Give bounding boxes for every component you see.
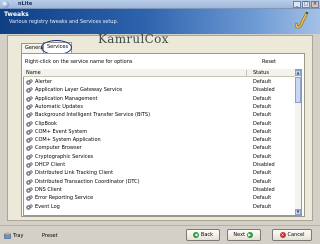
- service-name: Distributed Transaction Coordinator (DTC…: [35, 178, 140, 185]
- service-gears-icon: [26, 145, 33, 152]
- service-gears-icon: [26, 120, 33, 127]
- list-item[interactable]: Computer Browser Default: [24, 144, 294, 152]
- scroll-down-arrow-icon[interactable]: ▼: [295, 209, 301, 215]
- title-bar: [0, 0, 320, 9]
- list-item[interactable]: Application Layer Gateway Service Disable…: [24, 86, 294, 94]
- preset-button[interactable]: Preset: [42, 233, 58, 239]
- list-item[interactable]: Cryptographic Services Default: [24, 153, 294, 161]
- service-status[interactable]: Default: [253, 154, 271, 160]
- service-status[interactable]: Default: [253, 145, 271, 151]
- service-status[interactable]: Default: [253, 170, 271, 176]
- service-name: Distributed Link Tracking Client: [35, 170, 114, 177]
- service-name: COM+ Event System: [35, 128, 88, 135]
- tray-icon[interactable]: [4, 232, 11, 239]
- service-name: Computer Browser: [35, 145, 82, 152]
- scrollbar-thumb[interactable]: [295, 77, 301, 103]
- column-header-status[interactable]: Status: [253, 70, 269, 76]
- service-name: Application Management: [35, 95, 98, 102]
- page-description: Various registry tweaks and Services set…: [9, 19, 119, 25]
- list-item[interactable]: Background Intelligent Transfer Service …: [24, 111, 294, 119]
- service-status[interactable]: Default: [253, 179, 271, 185]
- service-gears-icon: [26, 170, 33, 177]
- service-status[interactable]: Default: [253, 79, 271, 85]
- minimize-button[interactable]: _: [293, 1, 301, 8]
- service-gears-icon: [26, 112, 33, 118]
- list-item[interactable]: Alerter Default: [24, 78, 294, 86]
- service-gears-icon: [26, 195, 33, 201]
- service-status[interactable]: Default: [253, 129, 271, 135]
- list-item[interactable]: Event Log Default: [24, 203, 294, 211]
- service-status[interactable]: Default: [253, 96, 271, 102]
- service-status[interactable]: Default: [253, 104, 271, 110]
- column-header-name[interactable]: Name: [26, 70, 41, 76]
- list-item[interactable]: Distributed Transaction Coordinator (DTC…: [24, 178, 294, 186]
- watermark-text: KamrulCox: [98, 32, 169, 46]
- service-status[interactable]: Default: [253, 137, 271, 143]
- service-gears-icon: [26, 178, 33, 185]
- service-gears-icon: [26, 95, 33, 102]
- list-item[interactable]: DHCP Client Disabled: [24, 161, 294, 169]
- service-gears-icon: [26, 203, 33, 210]
- next-label: Next: [233, 232, 246, 238]
- list-item[interactable]: Distributed Link Tracking Client Default: [24, 169, 294, 177]
- service-gears-icon: [26, 104, 33, 110]
- service-name: Alerter: [35, 79, 53, 85]
- list-item[interactable]: Error Reporting Service Default: [24, 194, 294, 202]
- back-button[interactable]: ◀ Back: [186, 229, 220, 241]
- close-button[interactable]: ×: [311, 1, 319, 8]
- service-status[interactable]: Default: [253, 204, 271, 210]
- list-item[interactable]: COM+ Event System Default: [24, 128, 294, 136]
- service-gears-icon: [26, 137, 33, 143]
- service-name: DHCP Client: [35, 162, 66, 168]
- service-gears-icon: [26, 87, 33, 94]
- list-item[interactable]: DNS Client Disabled: [24, 186, 294, 194]
- tray-button[interactable]: Tray: [13, 233, 23, 239]
- list-item[interactable]: COM+ System Application Default: [24, 136, 294, 144]
- service-gears-icon: [26, 129, 33, 135]
- column-divider[interactable]: [246, 70, 247, 76]
- service-gears-icon: [26, 187, 33, 193]
- cancel-label: Cancel: [287, 232, 305, 238]
- service-name: Event Log: [35, 203, 60, 210]
- service-status[interactable]: Default: [253, 121, 271, 127]
- service-name: Background Intelligent Transfer Service …: [35, 112, 151, 119]
- nlite-app-icon: [2, 1, 9, 8]
- service-status[interactable]: Default: [253, 112, 271, 118]
- back-label: Back: [200, 232, 214, 238]
- list-item[interactable]: Application Management Default: [24, 95, 294, 103]
- header-banner: Tweaks Various registry tweaks and Servi…: [0, 9, 320, 34]
- cancel-button[interactable]: ✕ Cancel: [272, 229, 312, 241]
- service-name: Cryptographic Services: [35, 153, 94, 160]
- service-name: Application Layer Gateway Service: [35, 87, 123, 94]
- reset-link[interactable]: Reset: [262, 59, 276, 65]
- saxophone-logo-icon: [294, 11, 309, 29]
- service-status[interactable]: Disabled: [253, 162, 275, 168]
- service-gears-icon: [26, 79, 33, 85]
- window-title: nLite: [18, 1, 33, 7]
- service-gears-icon: [26, 162, 33, 168]
- page-title: Tweaks: [4, 11, 29, 18]
- service-gears-icon: [26, 154, 33, 160]
- list-item[interactable]: Automatic Updates Default: [24, 103, 294, 111]
- list-item[interactable]: ClipBook Default: [24, 120, 294, 128]
- back-arrow-icon: ◀: [192, 231, 199, 238]
- service-status[interactable]: Default: [253, 195, 271, 201]
- service-status[interactable]: Disabled: [253, 87, 275, 93]
- service-name: COM+ System Application: [35, 137, 101, 144]
- service-name: Error Reporting Service: [35, 195, 94, 202]
- service-name: Automatic Updates: [35, 103, 83, 110]
- service-name: ClipBook: [35, 120, 57, 127]
- hint-text: Right-click on the service name for opti…: [25, 59, 133, 65]
- service-name: DNS Client: [35, 186, 62, 193]
- service-status[interactable]: Disabled: [253, 187, 275, 193]
- next-button[interactable]: Next ▶: [227, 229, 261, 241]
- maximize-button[interactable]: □: [302, 1, 310, 8]
- cancel-x-icon: ✕: [279, 231, 286, 238]
- scroll-up-arrow-icon[interactable]: ▲: [295, 70, 301, 76]
- next-arrow-icon: ▶: [246, 231, 253, 238]
